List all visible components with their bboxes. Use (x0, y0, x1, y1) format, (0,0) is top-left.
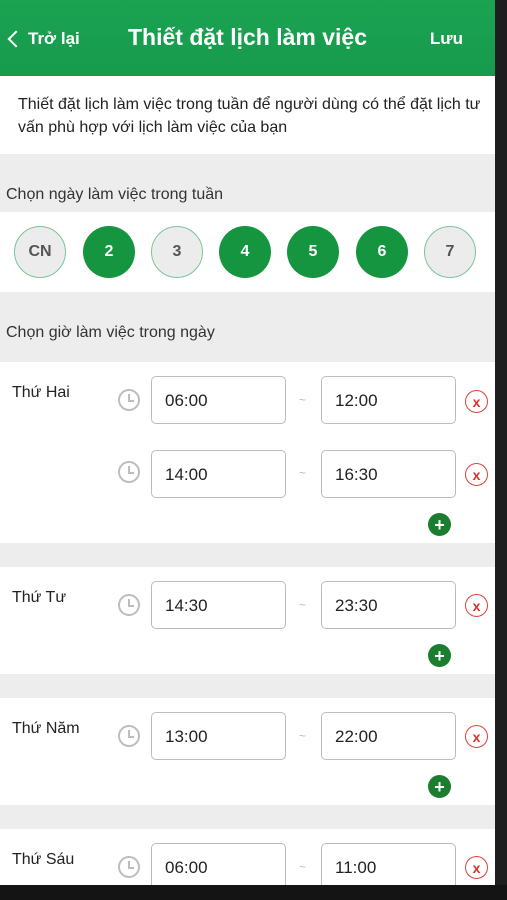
device-bottom-edge (0, 885, 507, 900)
remove-slot-button[interactable]: x (465, 856, 488, 879)
schedule-block-fri: Thứ Sáu 06:00 ~ 11:00 x (0, 829, 495, 885)
schedule-block-mon: Thứ Hai 06:00 ~ 12:00 x 14:00 ~ 16:30 x … (0, 362, 495, 543)
start-time-field[interactable]: 13:00 (151, 712, 286, 760)
end-time-field[interactable]: 12:00 (321, 376, 456, 424)
day-name: Thứ Tư (12, 589, 67, 606)
day-name: Thứ Sáu (12, 851, 75, 868)
time-separator: ~ (299, 466, 307, 480)
end-time-field[interactable]: 16:30 (321, 450, 456, 498)
schedule-block-thu: Thứ Năm 13:00 ~ 22:00 x + (0, 698, 495, 805)
page-title: Thiết đặt lịch làm việc (127, 24, 368, 50)
weekday-selector: CN 2 3 4 5 6 7 (0, 212, 495, 292)
days-section-label: Chọn ngày làm việc trong tuần (6, 186, 224, 203)
close-icon: x (472, 728, 481, 745)
close-icon: x (472, 393, 481, 410)
clock-icon (118, 594, 140, 616)
add-slot-button[interactable]: + (428, 644, 451, 667)
clock-icon (118, 856, 140, 878)
end-time-field[interactable]: 11:00 (321, 843, 456, 885)
add-slot-button[interactable]: + (428, 513, 451, 536)
day-name: Thứ Năm (12, 720, 80, 737)
close-icon: x (472, 466, 481, 483)
close-icon: x (472, 597, 481, 614)
screen: Trở lại Thiết đặt lịch làm việc Lưu Thiế… (0, 0, 495, 885)
remove-slot-button[interactable]: x (465, 725, 488, 748)
day-toggle-5[interactable]: 5 (287, 226, 339, 278)
clock-icon (118, 389, 140, 411)
remove-slot-button[interactable]: x (465, 390, 488, 413)
remove-slot-button[interactable]: x (465, 463, 488, 486)
end-time-field[interactable]: 23:30 (321, 581, 456, 629)
plus-icon: + (434, 645, 445, 666)
day-name: Thứ Hai (12, 384, 70, 401)
time-separator: ~ (299, 860, 307, 874)
close-icon: x (472, 859, 481, 876)
day-toggle-6[interactable]: 6 (356, 226, 408, 278)
start-time-field[interactable]: 06:00 (151, 376, 286, 424)
start-time-field[interactable]: 14:00 (151, 450, 286, 498)
remove-slot-button[interactable]: x (465, 594, 488, 617)
start-time-field[interactable]: 06:00 (151, 843, 286, 885)
hours-section-label: Chọn giờ làm việc trong ngày (6, 324, 215, 341)
save-button[interactable]: Lưu (430, 29, 463, 49)
day-toggle-cn[interactable]: CN (14, 226, 66, 278)
time-separator: ~ (299, 598, 307, 612)
schedule-block-wed: Thứ Tư 14:30 ~ 23:30 x + (0, 567, 495, 674)
clock-icon (118, 461, 140, 483)
day-toggle-7[interactable]: 7 (424, 226, 476, 278)
day-toggle-3[interactable]: 3 (151, 226, 203, 278)
plus-icon: + (434, 776, 445, 797)
intro-panel: Thiết đặt lịch làm việc trong tuần để ng… (0, 76, 495, 154)
day-toggle-2[interactable]: 2 (83, 226, 135, 278)
time-separator: ~ (299, 393, 307, 407)
device-edge (495, 0, 507, 900)
day-toggle-4[interactable]: 4 (219, 226, 271, 278)
header-bar: Trở lại Thiết đặt lịch làm việc Lưu (0, 0, 495, 76)
time-separator: ~ (299, 729, 307, 743)
end-time-field[interactable]: 22:00 (321, 712, 456, 760)
start-time-field[interactable]: 14:30 (151, 581, 286, 629)
intro-text: Thiết đặt lịch làm việc trong tuần để ng… (18, 96, 481, 136)
plus-icon: + (434, 514, 445, 535)
add-slot-button[interactable]: + (428, 775, 451, 798)
clock-icon (118, 725, 140, 747)
